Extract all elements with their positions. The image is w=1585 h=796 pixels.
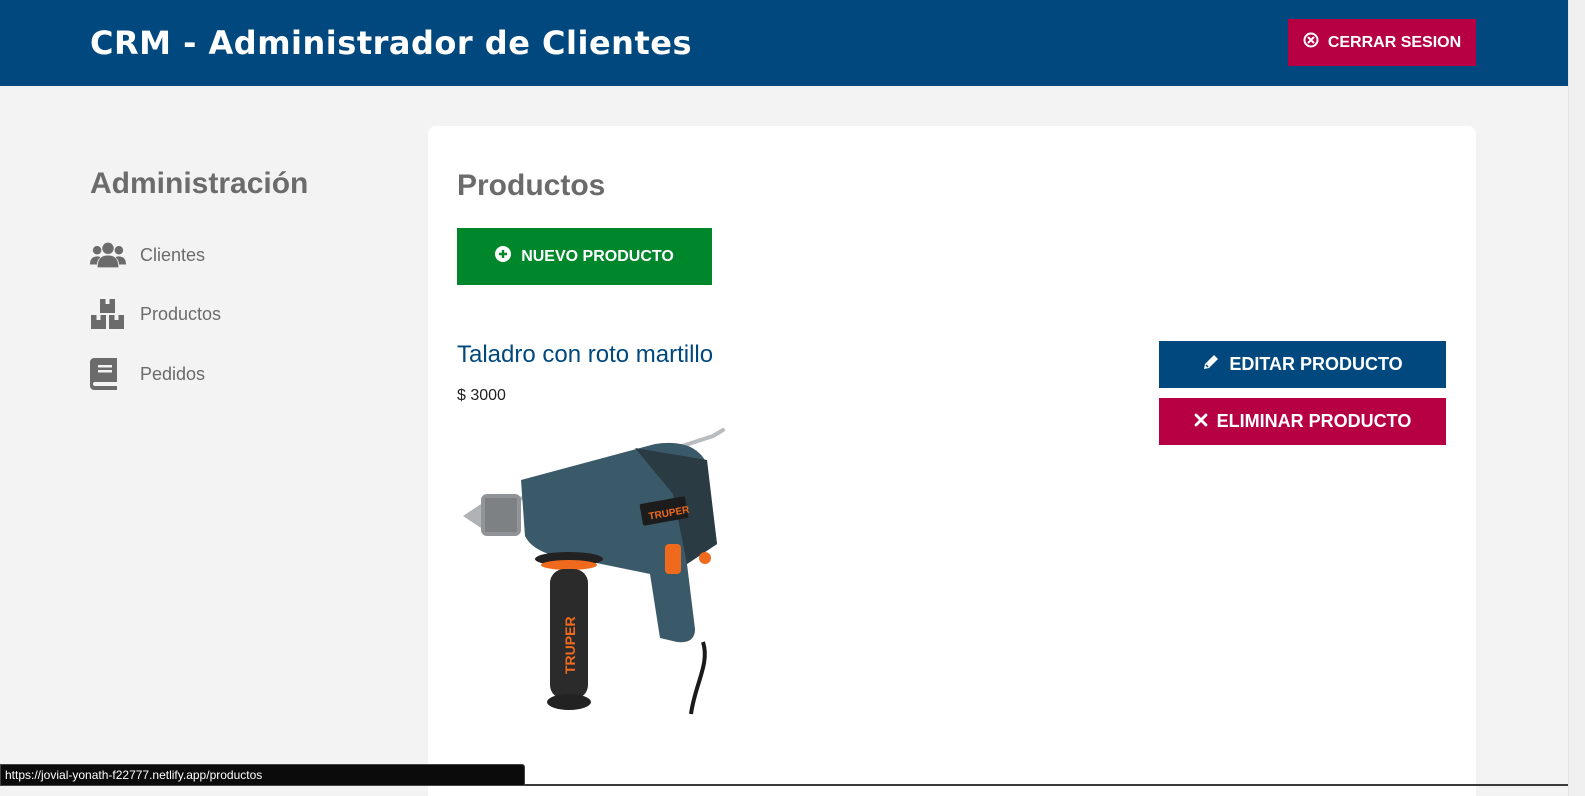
pencil-icon (1202, 353, 1220, 376)
sidebar-item-productos[interactable]: Productos (90, 297, 350, 331)
logout-button-label: CERRAR SESION (1327, 33, 1462, 51)
users-icon (90, 238, 126, 272)
book-icon (90, 357, 126, 391)
product-price: $ 3000 (457, 387, 506, 404)
status-url: https://jovial-yonath-f22777.netlify.app… (0, 764, 525, 786)
sidebar-item-clientes[interactable]: Clientes (90, 238, 350, 272)
window-bottom-edge (525, 784, 1568, 786)
new-product-button-label: NUEVO PRODUCTO (521, 247, 674, 265)
sidebar-item-label: Pedidos (140, 363, 206, 384)
product-image: TRUPER TRUPER (455, 424, 755, 724)
times-icon (1194, 411, 1208, 432)
vertical-scrollbar[interactable] (1568, 0, 1585, 796)
boxes-icon (90, 297, 126, 331)
svg-text:TRUPER: TRUPER (562, 616, 578, 674)
delete-product-button-label: ELIMINAR PRODUCTO (1216, 411, 1412, 431)
sidebar-item-label: Productos (140, 303, 222, 324)
page-title: Productos (457, 169, 606, 202)
sidebar-item-pedidos[interactable]: Pedidos (90, 357, 350, 391)
app-header: CRM - Administrador de Clientes CERRAR S… (0, 0, 1568, 86)
sidebar-title: Administración (90, 167, 309, 200)
sidebar-item-label: Clientes (140, 244, 206, 265)
edit-product-button[interactable]: EDITAR PRODUCTO (1159, 341, 1446, 388)
delete-product-button[interactable]: ELIMINAR PRODUCTO (1159, 398, 1446, 445)
x-circle-icon (1303, 32, 1319, 53)
edit-product-button-label: EDITAR PRODUCTO (1229, 354, 1403, 374)
new-product-button[interactable]: NUEVO PRODUCTO (457, 228, 712, 285)
app-title: CRM - Administrador de Clientes (90, 24, 692, 62)
product-name: Taladro con roto martillo (457, 341, 714, 368)
logout-button[interactable]: CERRAR SESION (1288, 19, 1476, 66)
plus-circle-icon (495, 246, 512, 267)
